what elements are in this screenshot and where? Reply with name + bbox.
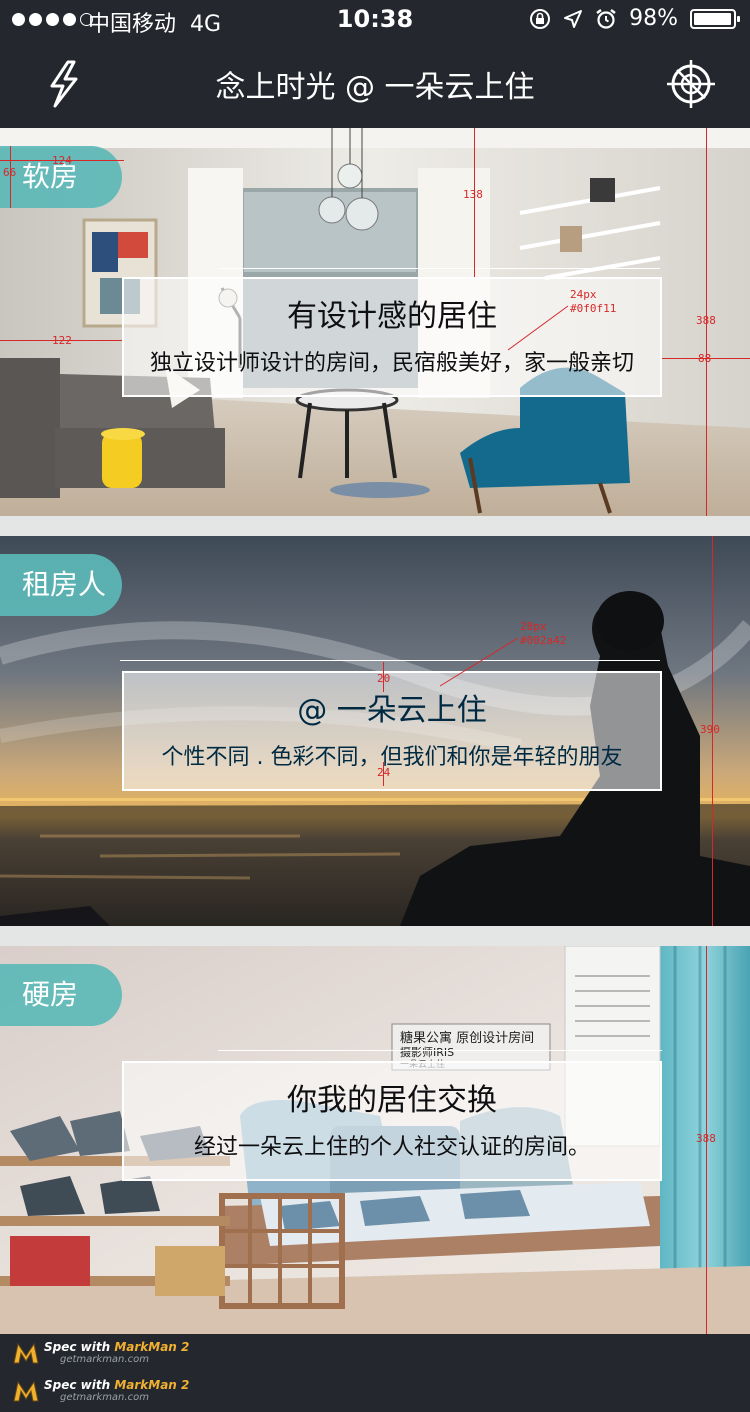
watermark-url: getmarkman.com: [60, 1354, 149, 1365]
sign-line-1: 糖果公寓 原创设计房间: [400, 1030, 534, 1046]
watermark-brand: MarkMan 2: [114, 1378, 190, 1392]
measure-label: #002a42: [520, 634, 567, 647]
card-subtitle: 经过一朵云上住的个人社交认证的房间。: [193, 1135, 590, 1160]
markman-logo-icon: [13, 1380, 39, 1401]
card-subtitle: 独立设计师设计的房间，民宿般美好，家一般亲切: [149, 351, 634, 376]
card-title: 你我的居住交换: [287, 1083, 497, 1118]
nav-bar: 念上时光 @ 一朵云上住: [0, 40, 750, 128]
card-caption-box: @ 一朵云上住 个性不同 . 色彩不同，但我们和你是年轻的朋友: [122, 671, 662, 791]
battery-icon: [690, 8, 740, 29]
watermark-url: getmarkman.com: [60, 1392, 149, 1403]
divider-line: [120, 660, 660, 661]
alarm-icon: [596, 8, 616, 29]
measure-label: 24px: [570, 288, 597, 301]
measure-label: 388: [696, 1132, 716, 1145]
status-bar: 中国移动 4G 10:38 98%: [0, 0, 750, 40]
tag-renter[interactable]: 租房人: [0, 554, 122, 616]
watermark-spec: Spec with: [44, 1340, 111, 1354]
page-title: 念上时光 @ 一朵云上住: [215, 70, 535, 105]
location-arrow-icon: [564, 9, 583, 28]
measure-label: 124: [52, 154, 72, 167]
card-caption-box: 你我的居住交换 经过一朵云上住的个人社交认证的房间。: [122, 1061, 662, 1181]
tag-hard-room[interactable]: 硬房: [0, 964, 122, 1026]
measure-label: 122: [52, 334, 72, 347]
divider-line: [218, 1050, 662, 1051]
measure-label: 20: [377, 672, 391, 685]
measure-label: 28px: [520, 620, 547, 633]
orientation-lock-icon: [530, 8, 551, 29]
battery-percent: 98%: [629, 6, 678, 31]
measure-label: 66: [3, 166, 17, 179]
card-hard-room[interactable]: 糖果公寓 原创设计房间 摄影师IRIS 一朵云上住 硬房 你我的居住交换 经过一…: [0, 946, 750, 1334]
crosshair-icon[interactable]: [664, 57, 718, 111]
markman-watermark: Spec with MarkMan 2 getmarkman.com: [12, 1340, 189, 1365]
card-subtitle: 个性不同 . 色彩不同，但我们和你是年轻的朋友: [161, 745, 623, 770]
markman-logo-icon: [13, 1342, 39, 1363]
measure-label: 24: [377, 766, 391, 779]
measure-label: 388: [696, 314, 716, 327]
divider-line: [220, 268, 660, 269]
status-right: 98%: [529, 6, 740, 31]
measure-label: 138: [463, 188, 483, 201]
measure-line: [474, 128, 475, 277]
sign-line-2: 摄影师IRIS: [400, 1045, 454, 1059]
measure-label: #0f0f11: [570, 302, 617, 315]
measure-label: 88: [698, 352, 712, 365]
markman-watermark: Spec with MarkMan 2 getmarkman.com: [12, 1378, 189, 1403]
measure-label: 390: [700, 723, 720, 736]
watermark-brand: MarkMan 2: [114, 1340, 190, 1354]
footer: Spec with MarkMan 2 getmarkman.com Spec …: [0, 1334, 750, 1412]
watermark-spec: Spec with: [44, 1378, 111, 1392]
card-soft-room[interactable]: 软房 有设计感的居住 独立设计师设计的房间，民宿般美好，家一般亲切 124 66…: [0, 128, 750, 516]
card-renter[interactable]: 租房人 @ 一朵云上住 个性不同 . 色彩不同，但我们和你是年轻的朋友 28px…: [0, 536, 750, 926]
card-title: @ 一朵云上住: [297, 693, 487, 728]
